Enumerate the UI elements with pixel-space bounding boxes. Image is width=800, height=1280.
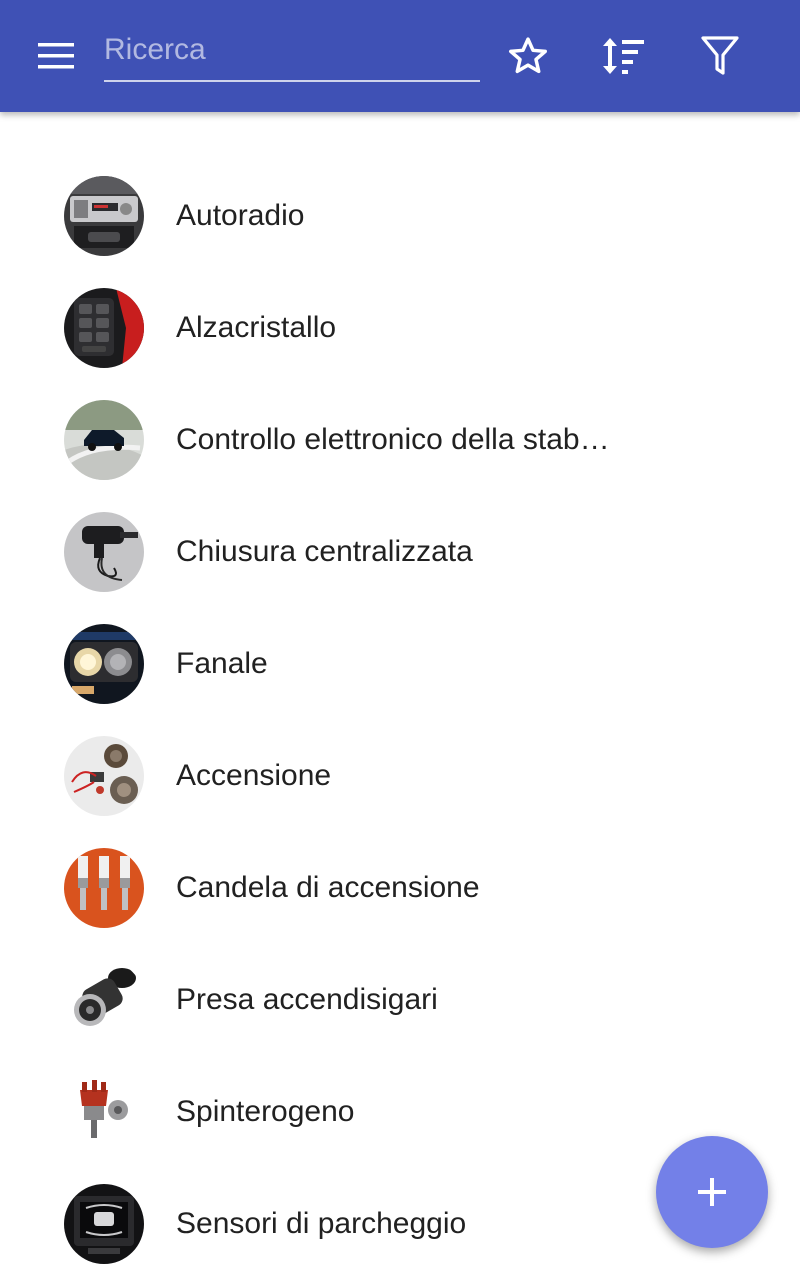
star-outline-icon	[509, 37, 547, 74]
item-label: Chiusura centralizzata	[176, 535, 473, 568]
parking-sensor-thumbnail	[64, 1184, 144, 1264]
item-label: Presa accendisigari	[176, 983, 438, 1016]
item-label: Controllo elettronico della stabilità	[176, 423, 616, 456]
list-item[interactable]: Accensione	[0, 720, 800, 832]
menu-button[interactable]	[20, 20, 92, 92]
list-item[interactable]: Chiusura centralizzata	[0, 496, 800, 608]
window-switch-thumbnail	[64, 288, 144, 368]
plus-icon	[698, 1178, 726, 1206]
spark-plugs-thumbnail	[64, 848, 144, 928]
filter-icon	[701, 36, 739, 75]
item-label: Autoradio	[176, 199, 305, 232]
search-input[interactable]	[104, 22, 480, 78]
distributor-thumbnail	[64, 1072, 144, 1152]
stability-control-thumbnail	[64, 400, 144, 480]
sort-icon	[603, 38, 644, 74]
item-label: Candela di accensione	[176, 871, 480, 904]
ignition-thumbnail	[64, 736, 144, 816]
filter-button[interactable]	[684, 20, 756, 92]
menu-icon	[38, 43, 74, 69]
lighter-socket-thumbnail	[64, 960, 144, 1040]
favorites-button[interactable]	[492, 20, 564, 92]
sort-button[interactable]	[588, 20, 660, 92]
list-item[interactable]: Autoradio	[0, 160, 800, 272]
headlight-thumbnail	[64, 624, 144, 704]
car-radio-thumbnail	[64, 176, 144, 256]
list-item[interactable]: Presa accendisigari	[0, 944, 800, 1056]
door-lock-thumbnail	[64, 512, 144, 592]
item-label: Accensione	[176, 759, 332, 792]
item-label: Sensori di parcheggio	[176, 1207, 467, 1240]
add-button[interactable]	[656, 1136, 768, 1248]
list-item[interactable]: Alzacristallo	[0, 272, 800, 384]
app-bar	[0, 0, 800, 112]
topic-list: Autoradio Alzacristallo Controllo elettr…	[0, 160, 800, 1280]
item-label: Spinterogeno	[176, 1095, 355, 1128]
list-item[interactable]: Fanale	[0, 608, 800, 720]
search-field[interactable]	[104, 22, 480, 82]
item-label: Alzacristallo	[176, 311, 337, 344]
list-item[interactable]: Controllo elettronico della stabilità	[0, 384, 800, 496]
item-label: Fanale	[176, 647, 268, 680]
list-item[interactable]: Candela di accensione	[0, 832, 800, 944]
